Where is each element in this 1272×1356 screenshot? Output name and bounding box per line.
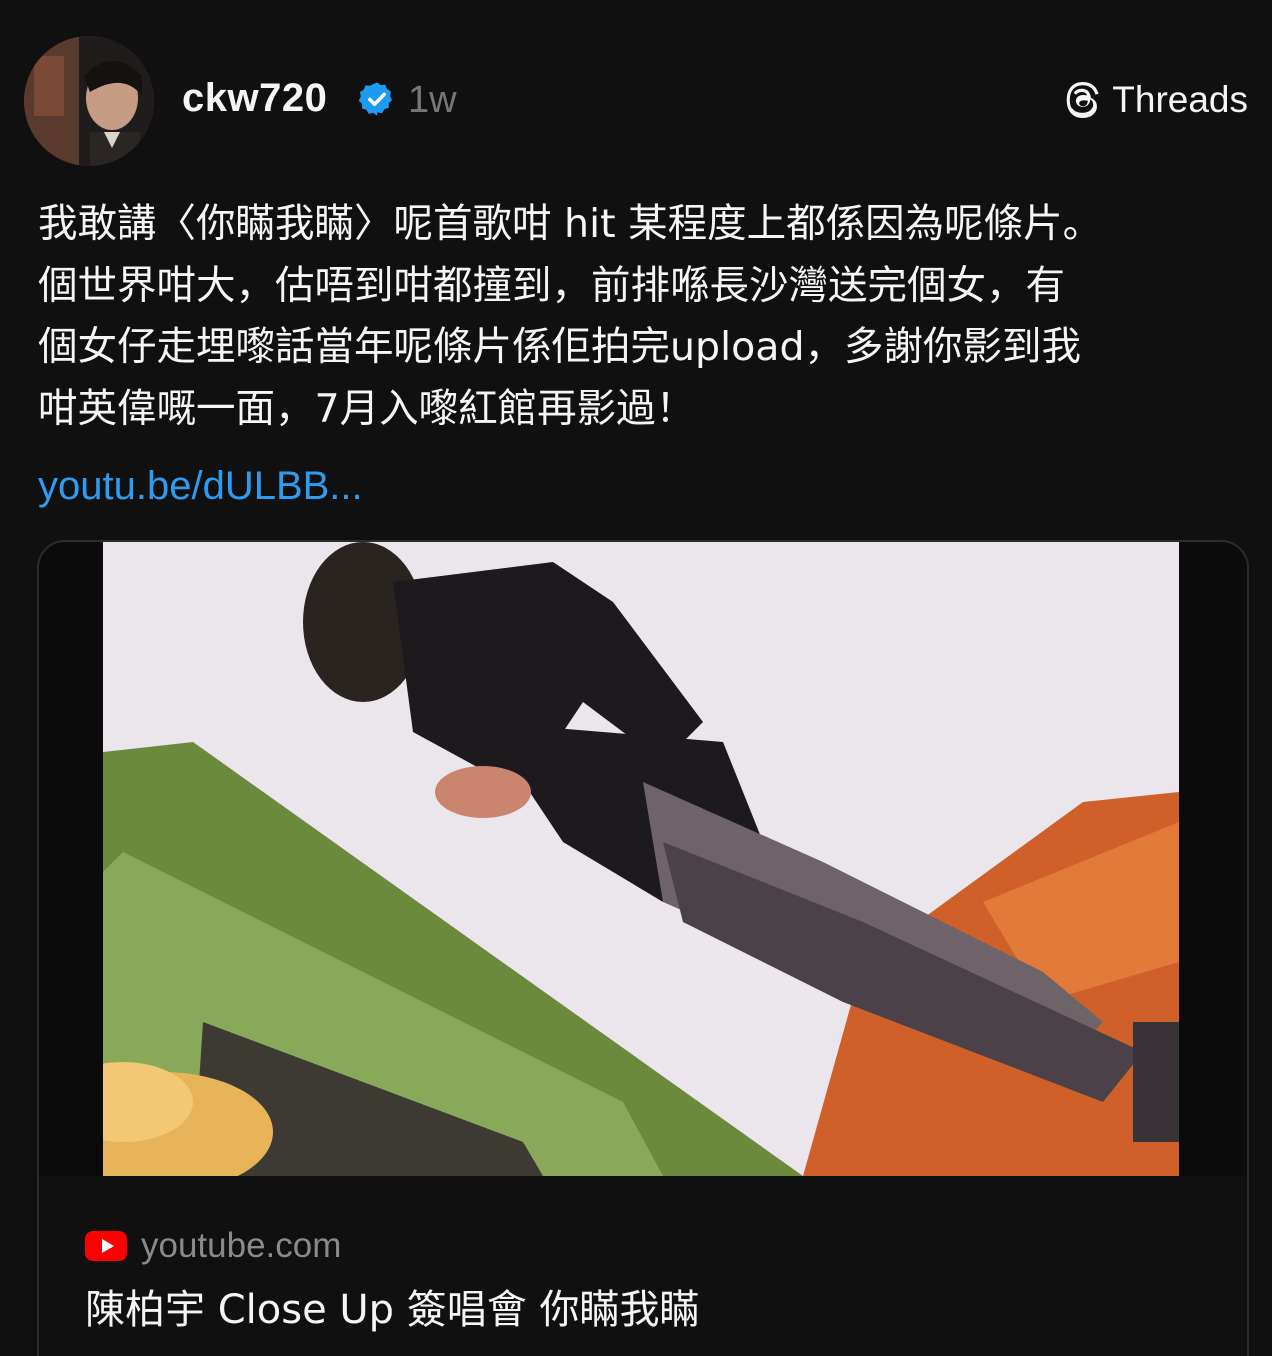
link-source: youtube.com: [85, 1224, 341, 1268]
threads-post: ckw720 1w Threads 我敢講〈你瞞我瞞〉呢首歌咁 hit 某程度上…: [0, 0, 1272, 1356]
username[interactable]: ckw720: [182, 70, 327, 126]
threads-brand[interactable]: Threads: [1064, 76, 1248, 124]
link-card-title[interactable]: 陳柏宇 Close Up 簽唱會 你瞞我瞞: [85, 1282, 700, 1338]
post-timestamp: 1w: [408, 79, 457, 121]
link-preview-card[interactable]: youtube.com 陳柏宇 Close Up 簽唱會 你瞞我瞞: [37, 540, 1249, 1356]
post-link[interactable]: youtu.be/dULBB...: [38, 456, 363, 516]
threads-logo-icon: [1066, 82, 1099, 118]
avatar[interactable]: [24, 36, 154, 166]
verified-badge-icon: [358, 82, 393, 116]
avatar-image: [24, 36, 154, 166]
post-body-text: 我敢講〈你瞞我瞞〉呢首歌咁 hit 某程度上都係因為呢條片。 個世界咁大，估唔到…: [38, 201, 1103, 432]
video-thumbnail[interactable]: [39, 542, 1247, 1176]
youtube-logo-icon: [85, 1231, 127, 1261]
thumbnail-image: [103, 542, 1179, 1176]
link-source-label: youtube.com: [141, 1226, 342, 1265]
threads-brand-label: Threads: [1112, 79, 1248, 120]
